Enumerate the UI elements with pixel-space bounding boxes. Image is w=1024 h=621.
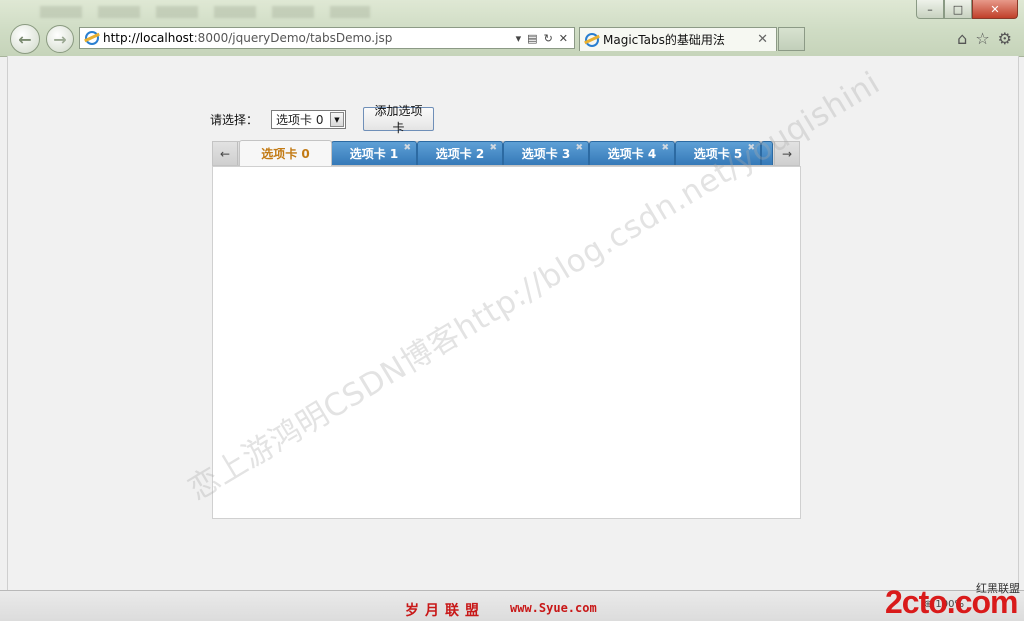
tab-close-icon[interactable]: ✕	[757, 32, 768, 47]
tab-close-icon[interactable]: ✖	[489, 143, 497, 153]
status-site-name: 岁月联盟	[405, 603, 485, 619]
stop-icon[interactable]: ✕	[559, 32, 568, 45]
browser-tab[interactable]: MagicTabs的基础用法 ✕	[579, 27, 777, 51]
tab-label: 选项卡 3	[521, 147, 571, 161]
address-bar[interactable]: http://localhost:8000/jqueryDemo/tabsDem…	[79, 27, 575, 49]
select-label: 请选择：	[210, 113, 259, 127]
home-icon[interactable]: ⌂	[957, 29, 967, 48]
status-site-url: www.Syue.com	[510, 601, 597, 615]
forward-icon: →	[53, 29, 67, 49]
tab-close-icon[interactable]: ✖	[403, 143, 411, 153]
toolbar-right: ⌂ ☆ ⚙	[957, 29, 1012, 48]
gear-icon[interactable]: ⚙	[998, 29, 1012, 48]
refresh-icon[interactable]: ↻	[544, 32, 553, 45]
new-tab-button[interactable]	[778, 27, 805, 51]
window-controls: – □ ✕	[916, 0, 1018, 19]
site-logo: 2cto.com 红黑联盟	[885, 576, 1020, 620]
compat-view-icon[interactable]: ▤	[527, 32, 537, 45]
close-window-button[interactable]: ✕	[972, 0, 1018, 19]
tab-2[interactable]: 选项卡 2 ✖	[417, 141, 503, 165]
dropdown-icon[interactable]: ▾	[516, 32, 522, 45]
ie-icon	[85, 31, 99, 45]
maximize-button[interactable]: □	[944, 0, 972, 19]
select-value: 选项卡 0	[276, 113, 324, 127]
tab-close-icon[interactable]: ✖	[575, 143, 583, 153]
tab-content-panel	[212, 166, 801, 519]
tab-close-icon[interactable]: ✖	[661, 143, 669, 153]
tab-1[interactable]: 选项卡 1 ✖	[331, 141, 417, 165]
tab-label: 选项卡 0	[261, 147, 310, 161]
tab-select[interactable]: 选项卡 0 ▼	[271, 110, 346, 129]
tab-title: MagicTabs的基础用法	[603, 33, 725, 47]
browser-chrome: – □ ✕ ← → http://localhost:8000/jqueryDe…	[0, 0, 1024, 57]
back-button[interactable]: ←	[10, 24, 40, 54]
tab-label: 选项卡 4	[607, 147, 657, 161]
tab-4[interactable]: 选项卡 4 ✖	[589, 141, 675, 165]
tab-3[interactable]: 选项卡 3 ✖	[503, 141, 589, 165]
status-bar: 岁月联盟 www.Syue.com ⊕ 100%	[0, 590, 1024, 621]
menu-bar-ghost	[40, 6, 370, 18]
tab-label: 选项卡 2	[435, 147, 485, 161]
forward-button[interactable]: →	[46, 25, 74, 53]
logo-subtext: 红黑联盟	[976, 582, 1020, 595]
arrow-left-icon: ←	[219, 146, 231, 161]
scroll-left-button[interactable]: ←	[213, 142, 238, 165]
chevron-down-icon[interactable]: ▼	[330, 112, 344, 127]
ie-icon	[585, 32, 599, 47]
add-tab-button[interactable]: 添加选项卡	[363, 104, 434, 135]
star-icon[interactable]: ☆	[975, 29, 989, 48]
address-text[interactable]: http://localhost:8000/jqueryDemo/tabsDem…	[103, 31, 516, 45]
tab-label: 选项卡 1	[349, 147, 399, 161]
back-icon: ←	[18, 29, 32, 49]
tab-0[interactable]: 选项卡 0	[239, 140, 332, 166]
minimize-button[interactable]: –	[916, 0, 944, 19]
